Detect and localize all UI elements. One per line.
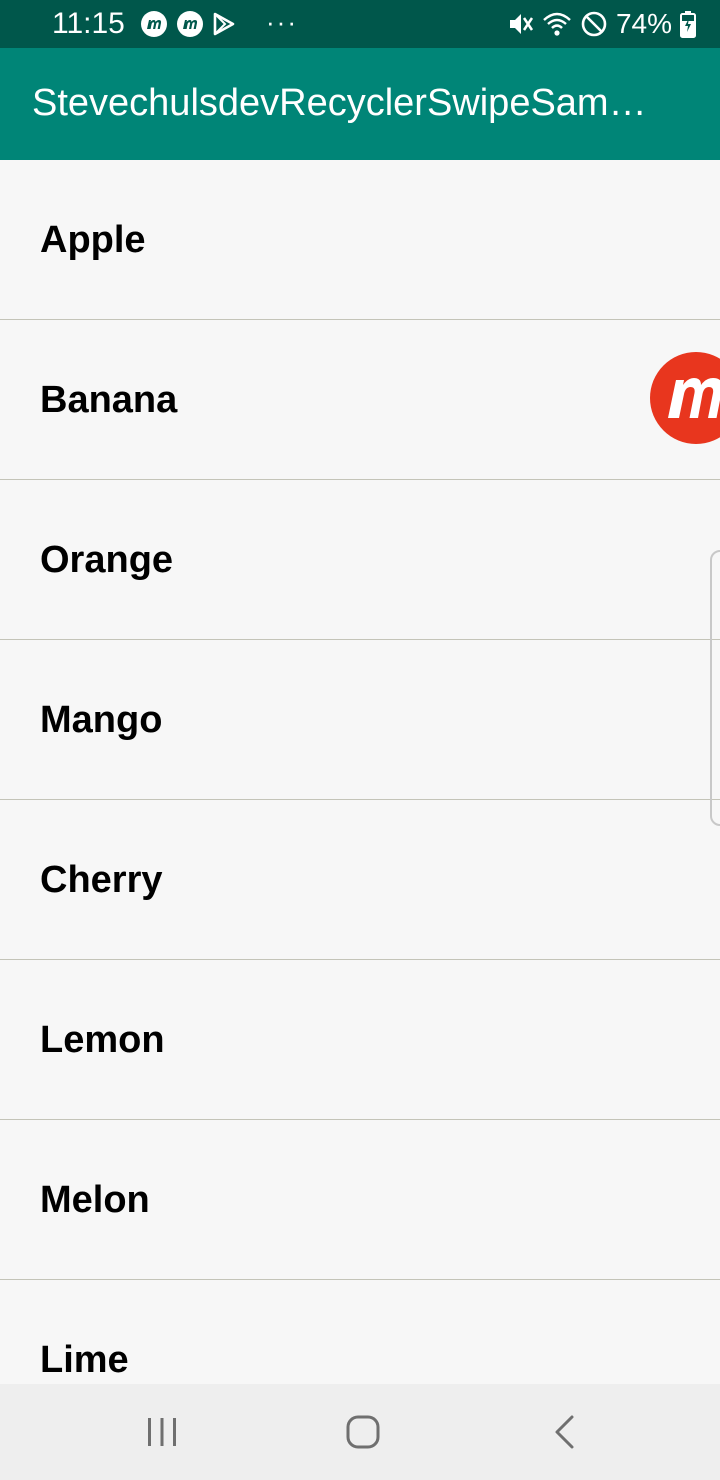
list-item-label: Lime [40, 1339, 129, 1381]
mobizen-icon [177, 11, 203, 37]
list-item[interactable]: Lime [0, 1280, 720, 1384]
status-time: 11:15 [52, 7, 125, 40]
notification-icons [140, 10, 244, 38]
app-bar: StevechulsdevRecyclerSwipeSam… [0, 48, 720, 160]
list-item-label: Apple [40, 219, 146, 261]
list-item-label: Melon [40, 1179, 150, 1221]
battery-charging-icon [680, 11, 696, 38]
home-icon[interactable] [339, 1408, 387, 1456]
mobizen-icon [141, 11, 167, 37]
app-title: StevechulsdevRecyclerSwipeSam… [32, 82, 647, 124]
list-item-label: Orange [40, 539, 174, 581]
edge-panel-handle[interactable] [710, 550, 720, 826]
more-notifications-icon: ··· [266, 7, 298, 37]
battery-percent: 74% [615, 8, 672, 39]
list-item[interactable]: Lemon [0, 960, 720, 1120]
status-right-icons: 74% [498, 8, 696, 40]
mobizen-icon [668, 378, 720, 418]
fruit-list[interactable]: Apple Banana Orange Mango Cherry Lemon M… [0, 160, 720, 1384]
list-item[interactable]: Orange [0, 480, 720, 640]
list-item[interactable]: Banana [0, 320, 720, 480]
list-item[interactable]: Melon [0, 1120, 720, 1280]
list-item-label: Lemon [40, 1019, 165, 1061]
navigation-bar [0, 1384, 720, 1480]
list-item-label: Cherry [40, 859, 163, 901]
list-item[interactable]: Mango [0, 640, 720, 800]
mute-icon [509, 14, 533, 34]
wifi-icon [543, 12, 571, 36]
play-store-icon [213, 12, 235, 36]
screen: 11:15 ··· 74% StevechulsdevRecyclerSwipe… [0, 0, 720, 1480]
status-bar: 11:15 ··· 74% [0, 0, 720, 48]
do-not-disturb-icon [581, 11, 607, 37]
list-item[interactable]: Cherry [0, 800, 720, 960]
list-item[interactable]: Apple [0, 160, 720, 320]
list-item-label: Banana [40, 379, 178, 421]
back-icon[interactable] [540, 1408, 588, 1456]
list-item-label: Mango [40, 699, 163, 741]
recents-icon[interactable] [138, 1408, 186, 1456]
